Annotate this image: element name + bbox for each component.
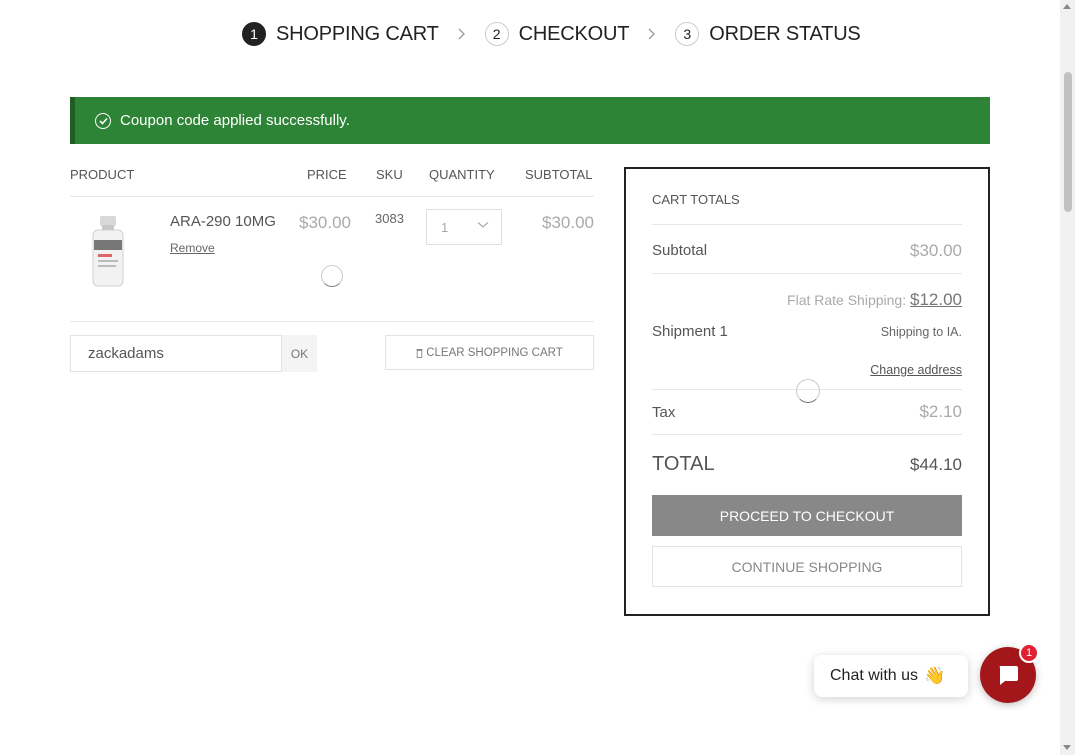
product-name[interactable]: ARA-290 10MG <box>170 213 276 230</box>
divider <box>70 321 594 322</box>
remove-link[interactable]: Remove <box>170 241 215 255</box>
checkout-steps: 1 SHOPPING CART 2 CHECKOUT 3 ORDER STATU… <box>242 20 861 48</box>
step-checkout[interactable]: 2 CHECKOUT <box>484 22 630 46</box>
shipping-text: Flat Rate Shipping: <box>787 292 907 308</box>
divider <box>70 196 594 197</box>
header-quantity: QUANTITY <box>429 167 495 182</box>
chat-prompt[interactable]: Chat with us 👋 <box>814 655 968 697</box>
shipment-label: Shipment 1 <box>652 323 728 340</box>
step-number: 1 <box>242 22 266 46</box>
clear-cart-button[interactable]: CLEAR SHOPPING CART <box>385 335 594 370</box>
product-sku: 3083 <box>375 211 404 226</box>
step-order-status[interactable]: 3 ORDER STATUS <box>675 22 861 46</box>
loading-spinner-icon <box>321 265 343 287</box>
trash-icon <box>416 348 423 358</box>
cart-totals-title: CART TOTALS <box>652 192 740 207</box>
header-sku: SKU <box>376 167 403 182</box>
subtotal-label: Subtotal <box>652 242 708 259</box>
step-number: 2 <box>484 22 509 46</box>
product-price: $30.00 <box>299 213 351 232</box>
quantity-value: 1 <box>441 219 449 235</box>
cart-totals-panel: CART TOTALS Subtotal $30.00 Flat Rate Sh… <box>624 167 990 616</box>
check-circle-icon <box>95 112 111 129</box>
change-address-link[interactable]: Change address <box>870 363 962 377</box>
total-value: $44.10 <box>910 455 962 474</box>
continue-shopping-button[interactable]: CONTINUE SHOPPING <box>652 546 962 587</box>
wave-icon: 👋 <box>924 666 946 685</box>
scroll-down-icon[interactable] <box>1063 745 1071 750</box>
cart-page: 1 SHOPPING CART 2 CHECKOUT 3 ORDER STATU… <box>0 0 1060 755</box>
notification-badge: 1 <box>1019 643 1039 663</box>
divider <box>652 224 962 225</box>
divider <box>652 273 962 274</box>
chevron-down-icon <box>477 222 489 228</box>
shipping-amount[interactable]: $12.00 <box>910 290 962 309</box>
scrollbar-thumb[interactable] <box>1064 72 1072 212</box>
chat-label: Chat with us <box>830 667 919 684</box>
shipping-method: Flat Rate Shipping: $12.00 <box>787 290 962 310</box>
shipping-destination: Shipping to IA. <box>880 325 962 339</box>
header-subtotal: SUBTOTAL <box>525 167 593 182</box>
chevron-right-icon <box>453 28 471 40</box>
quantity-select[interactable]: 1 <box>426 209 502 245</box>
loading-spinner-icon <box>796 379 820 403</box>
notice-text: Coupon code applied successfully. <box>120 112 350 129</box>
step-label: CHECKOUT <box>518 22 630 45</box>
proceed-to-checkout-button[interactable]: PROCEED TO CHECKOUT <box>652 495 962 536</box>
product-image[interactable] <box>90 216 126 288</box>
clear-cart-label: CLEAR SHOPPING CART <box>426 346 563 359</box>
apply-coupon-button[interactable]: OK <box>282 335 317 372</box>
tax-value: $2.10 <box>919 402 962 421</box>
divider <box>652 434 962 435</box>
vertical-scrollbar[interactable] <box>1060 0 1075 755</box>
tax-label: Tax <box>652 404 676 421</box>
coupon-value: zackadams <box>88 345 164 362</box>
header-product: PRODUCT <box>70 167 135 182</box>
success-notice: Coupon code applied successfully. <box>70 97 990 144</box>
subtotal-value: $30.00 <box>910 241 962 260</box>
product-subtotal: $30.00 <box>542 213 594 232</box>
step-label: ORDER STATUS <box>709 22 861 45</box>
chevron-right-icon <box>643 28 661 40</box>
chat-icon <box>999 666 1018 685</box>
step-shopping-cart[interactable]: 1 SHOPPING CART <box>242 22 439 46</box>
scroll-up-icon[interactable] <box>1063 4 1071 9</box>
step-label: SHOPPING CART <box>276 22 439 45</box>
total-label: TOTAL <box>652 453 715 475</box>
coupon-input[interactable]: zackadams <box>70 335 282 372</box>
header-price: PRICE <box>307 167 347 182</box>
step-number: 3 <box>675 22 700 46</box>
